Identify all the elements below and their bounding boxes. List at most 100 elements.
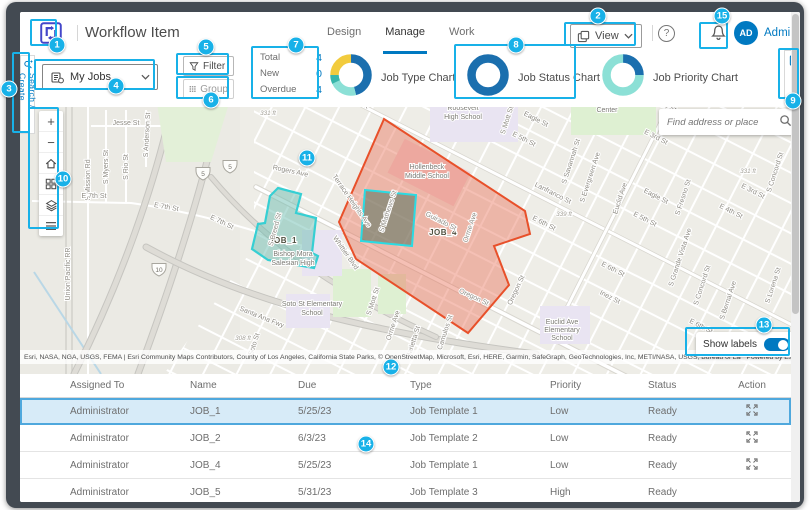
zoom-out-button[interactable]: −: [39, 132, 63, 153]
map-label: Euclid Ave: [546, 319, 579, 326]
map-label: Jesse St: [113, 120, 140, 127]
basemap-gallery-button[interactable]: [39, 174, 63, 195]
column-header: Priority: [525, 380, 625, 391]
page-title: Workflow Item: [85, 12, 180, 54]
cell: High: [525, 487, 625, 498]
job-status-chart-label: Job Status Chart: [518, 72, 600, 84]
cell: 5/31/23: [275, 487, 385, 498]
zoom-to-action-icon[interactable]: [746, 458, 758, 470]
workflow-manager-logo-icon[interactable]: [38, 20, 64, 46]
cell: Low: [525, 460, 625, 471]
cell: Administrator: [20, 433, 170, 444]
job-priority-chart-donut: [600, 52, 646, 103]
table-row[interactable]: AdministratorJOB_15/25/23Job Template 1L…: [20, 398, 791, 425]
column-header: Name: [170, 380, 275, 391]
cell: Ready: [625, 487, 713, 498]
group-button[interactable]: Group: [183, 79, 234, 99]
zoom-to-action-icon[interactable]: [746, 431, 758, 443]
cell: Ready: [625, 433, 713, 444]
map-canvas[interactable]: JOB_4JOB_1 Jesse StS Myers StS Rio StS A…: [20, 107, 800, 374]
map-toolbar: + −: [39, 111, 63, 236]
cell: Ready: [625, 460, 713, 471]
map-label: School: [301, 310, 323, 317]
search-input[interactable]: [659, 117, 773, 128]
cell-action: [713, 458, 791, 473]
cell: Administrator: [20, 487, 170, 498]
layers-view-icon: [577, 30, 590, 43]
help-icon[interactable]: ?: [658, 25, 675, 42]
cell: Job Template 1: [385, 460, 525, 471]
map-label: Middle School: [405, 173, 449, 180]
job-status-chart[interactable]: Job Status Chart: [465, 52, 600, 103]
stat-value: 4: [316, 50, 322, 66]
map-label: Center: [596, 107, 618, 114]
table-row[interactable]: AdministratorJOB_26/3/23Job Template 2Lo…: [20, 425, 791, 452]
jobs-dropdown-value: My Jobs: [70, 71, 135, 83]
map-label: Union Pacific RR: [65, 248, 72, 301]
zoom-to-action-icon[interactable]: [746, 404, 758, 416]
search-plus-icon: [23, 60, 33, 69]
table-row[interactable]: AdministratorJOB_45/25/23Job Template 1L…: [20, 452, 791, 479]
cell: 5/25/23: [275, 406, 385, 417]
show-labels-toggle[interactable]: [764, 338, 790, 351]
cell-action: [713, 404, 791, 419]
map-label: School: [551, 335, 573, 342]
view-dropdown-label: View: [595, 30, 619, 42]
job-type-chart-donut: [328, 52, 374, 103]
column-header: Due: [275, 380, 385, 391]
cell: 5/25/23: [275, 460, 385, 471]
cell: Job Template 2: [385, 433, 525, 444]
dashboard-toolbar: My Jobs Filter Group Total4New0Overdue4: [20, 54, 800, 108]
cell: Job Template 3: [385, 487, 525, 498]
job-type-chart[interactable]: Job Type Chart: [328, 52, 455, 103]
layers-button[interactable]: [39, 195, 63, 216]
group-grid-icon: [189, 84, 196, 94]
cell: Job Template 1: [385, 406, 525, 417]
scrollbar-thumb[interactable]: [792, 14, 799, 314]
jobs-filter-dropdown[interactable]: My Jobs: [42, 64, 158, 90]
notifications-bell-icon[interactable]: [710, 24, 727, 47]
search-create-panel-tab[interactable]: Search / Create: [20, 55, 35, 134]
group-button-label: Group: [200, 84, 228, 95]
svg-text:5: 5: [228, 164, 232, 171]
cell: Administrator: [20, 460, 170, 471]
table-row[interactable]: AdministratorJOB_55/31/23Job Template 3H…: [20, 479, 791, 502]
job-type-chart-label: Job Type Chart: [381, 72, 455, 84]
stat-value: 0: [316, 66, 322, 82]
map-label: S Rio St: [123, 154, 130, 180]
map-label: High School: [444, 114, 482, 121]
stat-row: New0: [260, 66, 322, 82]
column-header: Assigned To: [20, 380, 170, 391]
show-labels-control: Show labels: [696, 332, 797, 357]
map-label: Elementary: [544, 327, 580, 334]
stat-row: Total4: [260, 50, 322, 66]
cell: Low: [525, 406, 625, 417]
cell: Ready: [625, 406, 713, 417]
user-avatar[interactable]: AD: [734, 21, 758, 45]
map-label: E 7th St: [82, 193, 107, 200]
job-status-chart-donut: [465, 52, 511, 103]
table-header-row: Assigned ToNameDueTypePriorityStatusActi…: [20, 374, 791, 398]
map-label: 331 ft: [260, 110, 276, 117]
tab-manage[interactable]: Manage: [383, 12, 427, 54]
legend-button[interactable]: [39, 216, 63, 236]
tab-design[interactable]: Design: [325, 12, 363, 54]
home-extent-button[interactable]: [39, 153, 63, 174]
search-create-tab-label: Search / Create: [20, 73, 38, 133]
vertical-scrollbar[interactable]: [791, 12, 800, 502]
view-dropdown[interactable]: View: [570, 24, 642, 48]
cell: Administrator: [20, 406, 170, 417]
map-label: 331 ft: [740, 168, 756, 175]
map-label: Roosevelt: [447, 107, 478, 112]
tab-work[interactable]: Work: [447, 12, 476, 54]
svg-text:5: 5: [201, 171, 205, 178]
show-labels-label: Show labels: [703, 339, 757, 350]
zoom-in-button[interactable]: +: [39, 111, 63, 132]
map-label: 339 ft: [556, 211, 572, 218]
job-priority-chart[interactable]: Job Priority Chart: [600, 52, 738, 103]
job-stats-panel: Total4New0Overdue4: [260, 50, 322, 98]
cell: Low: [525, 433, 625, 444]
filter-button[interactable]: Filter: [183, 56, 234, 76]
cell: JOB_4: [170, 460, 275, 471]
job-priority-chart-label: Job Priority Chart: [653, 72, 738, 84]
